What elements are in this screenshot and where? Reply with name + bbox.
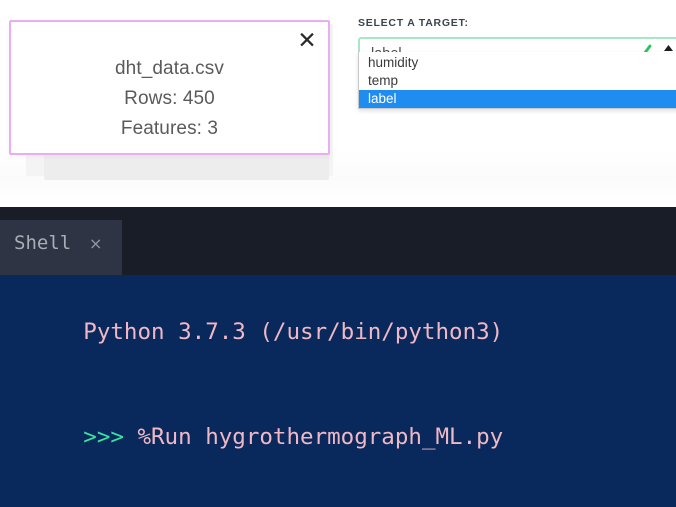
terminal-line: Program is starting ... <box>0 490 676 507</box>
shell-panel: Shell × Python 3.7.3 (/usr/bin/python3) … <box>0 207 676 507</box>
select-option[interactable]: humidity <box>359 54 676 72</box>
terminal-line: Python 3.7.3 (/usr/bin/python3) <box>0 280 676 385</box>
dataset-info-card: ✕ dht_data.csv Rows: 450 Features: 3 <box>9 20 330 155</box>
tab-shell[interactable]: Shell × <box>0 220 122 275</box>
tab-shell-label: Shell <box>14 232 72 254</box>
close-icon[interactable]: ✕ <box>294 28 320 54</box>
select-option-label: humidity <box>368 55 419 70</box>
shell-tab-bar: Shell × <box>0 207 676 275</box>
top-panel: ✕ dht_data.csv Rows: 450 Features: 3 SEL… <box>0 0 676 207</box>
select-option-label: label <box>368 91 397 106</box>
select-option[interactable]: temp <box>359 72 676 90</box>
dataset-row-count: Rows: 450 <box>124 88 215 109</box>
dataset-card-body: dht_data.csv Rows: 450 Features: 3 <box>11 54 328 144</box>
dataset-feature-count: Features: 3 <box>120 118 219 139</box>
close-icon[interactable]: × <box>89 234 102 253</box>
terminal-output[interactable]: Python 3.7.3 (/usr/bin/python3) >>> %Run… <box>0 275 676 507</box>
terminal-prompt: >>> <box>83 424 138 450</box>
terminal-line: >>> %Run hygrothermograph_ML.py <box>0 385 676 490</box>
select-option-label: temp <box>368 73 399 88</box>
target-select-group: SELECT A TARGET: label humidity temp <box>358 17 676 109</box>
terminal-command-text: %Run hygrothermograph_ML.py <box>137 424 504 450</box>
select-option-selected[interactable]: label <box>359 90 676 108</box>
dataset-filename: dht_data.csv <box>115 58 224 79</box>
terminal-banner-text: Python 3.7.3 (/usr/bin/python3) <box>83 319 504 345</box>
target-select-label: SELECT A TARGET: <box>358 17 469 29</box>
target-select-listbox[interactable]: humidity temp label <box>358 52 676 109</box>
